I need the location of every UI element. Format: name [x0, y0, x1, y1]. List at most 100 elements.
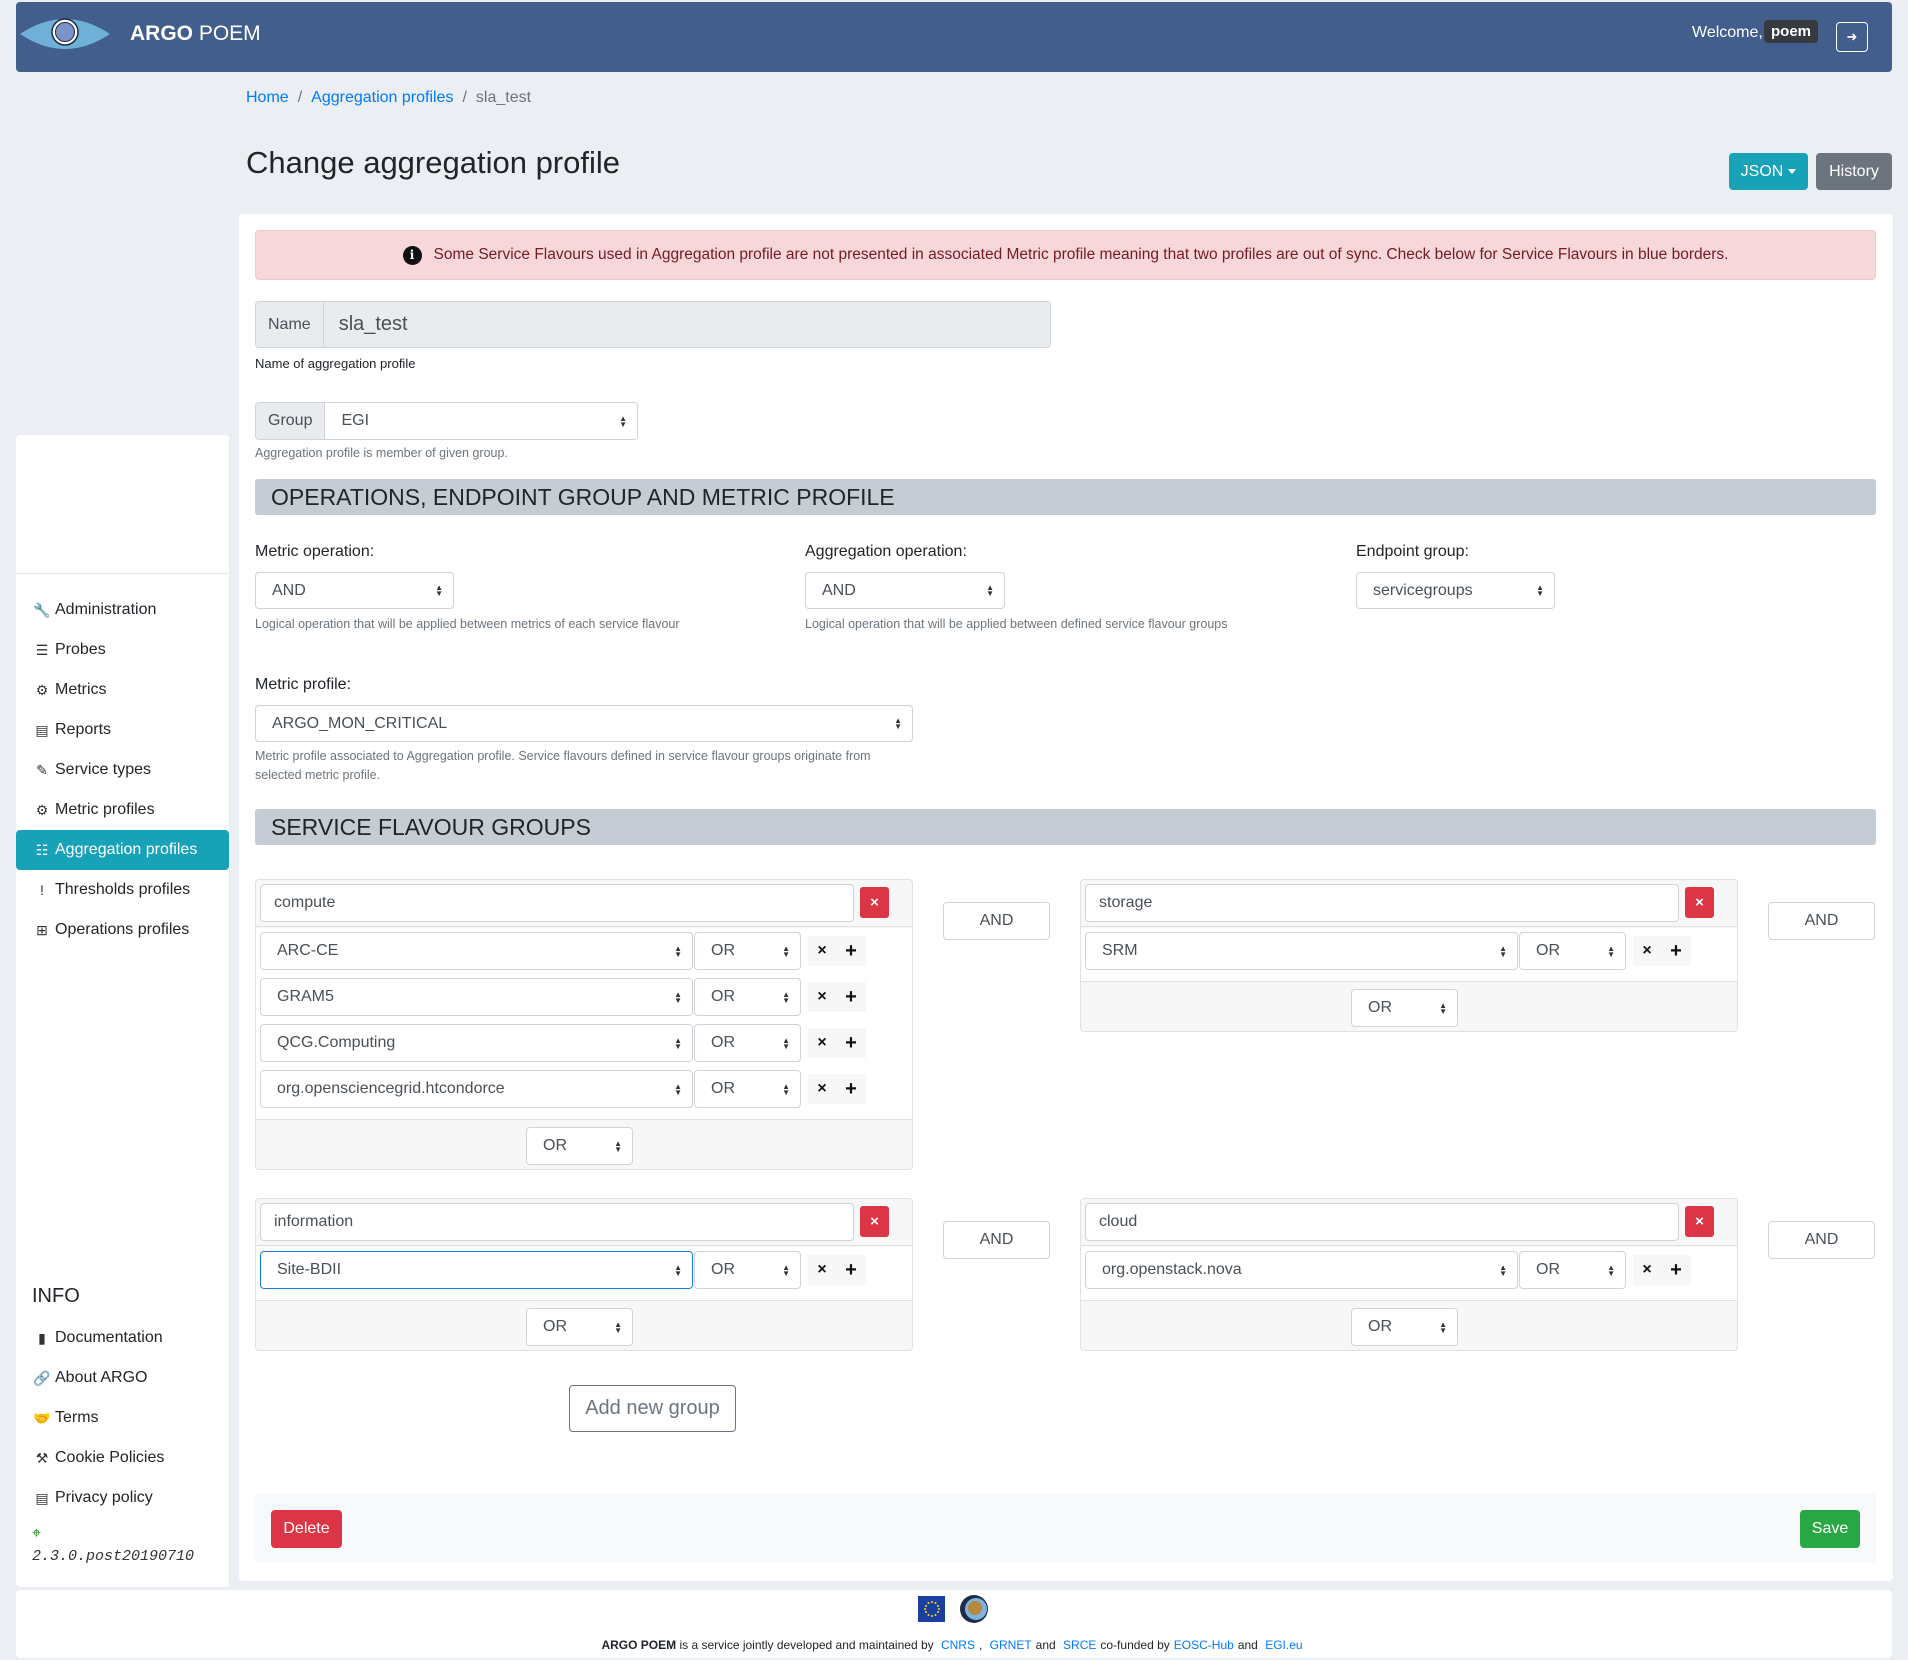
- remove-service-button[interactable]: ×: [808, 982, 836, 1012]
- group-operation-select[interactable]: OR ▲ ▼: [1351, 1308, 1458, 1346]
- remove-service-button[interactable]: ×: [808, 936, 836, 966]
- service-flavour-select[interactable]: SRM ▲ ▼: [1085, 932, 1518, 970]
- sidebar-item-metrics[interactable]: ⚙ Metrics: [16, 670, 229, 710]
- alert-text: Some Service Flavours used in Aggregatio…: [433, 246, 1729, 263]
- metric-profile-select[interactable]: ARGO_MON_CRITICAL ▲ ▼: [255, 705, 913, 742]
- logout-button[interactable]: ➜: [1836, 22, 1868, 52]
- service-operation-select[interactable]: OR ▲ ▼: [694, 1070, 801, 1108]
- group-join-operation[interactable]: AND: [1768, 902, 1875, 940]
- delete-group-button[interactable]: ×: [860, 1206, 889, 1237]
- add-service-button[interactable]: +: [836, 936, 866, 966]
- aggregation-operation-label: Aggregation operation:: [805, 543, 967, 560]
- service-operation-select[interactable]: OR ▲ ▼: [1519, 1251, 1626, 1289]
- add-service-button[interactable]: +: [1661, 1255, 1691, 1285]
- sort-arrows-icon: ▲ ▼: [1607, 1262, 1615, 1278]
- group-name-input[interactable]: cloud: [1085, 1203, 1679, 1241]
- service-operation-select[interactable]: OR ▲ ▼: [694, 1024, 801, 1062]
- save-button[interactable]: Save: [1800, 1510, 1860, 1548]
- sidebar-item-administration[interactable]: 🔧 Administration: [16, 590, 229, 630]
- sidebar-item-aggregation-profiles[interactable]: ☷ Aggregation profiles: [16, 830, 229, 870]
- book-icon: ▮: [38, 1329, 46, 1346]
- footer-text: is a service jointly developed and maint…: [679, 1638, 934, 1652]
- service-flavour-value: SRM: [1102, 942, 1138, 959]
- cnrs-link[interactable]: CNRS: [941, 1638, 975, 1652]
- srce-link[interactable]: SRCE: [1063, 1638, 1096, 1652]
- eosc-hub-link[interactable]: EOSC-Hub: [1174, 1638, 1234, 1652]
- metric-profile-help-cont: selected metric profile.: [255, 768, 381, 782]
- service-flavour-select[interactable]: QCG.Computing ▲ ▼: [260, 1024, 693, 1062]
- add-service-button[interactable]: +: [836, 1028, 866, 1058]
- info-item-documentation[interactable]: ▮ Documentation: [16, 1318, 229, 1358]
- info-item-about-argo[interactable]: 🔗 About ARGO: [16, 1358, 229, 1398]
- delete-group-button[interactable]: ×: [1685, 887, 1714, 918]
- metric-operation-select[interactable]: AND ▲ ▼: [255, 572, 454, 609]
- endpoint-group-select[interactable]: servicegroups ▲ ▼: [1356, 572, 1555, 609]
- info-item-cookie-policies[interactable]: ⚒ Cookie Policies: [16, 1438, 229, 1478]
- form-actions-bar: [255, 1493, 1876, 1563]
- sidebar-item-operations-profiles[interactable]: ⊞ Operations profiles: [16, 910, 229, 950]
- history-button[interactable]: History: [1816, 153, 1892, 190]
- group-operation-select[interactable]: OR ▲ ▼: [526, 1308, 633, 1346]
- breadcrumb-home[interactable]: Home: [246, 89, 289, 106]
- delete-button[interactable]: Delete: [271, 1510, 342, 1548]
- service-flavour-select[interactable]: ARC-CE ▲ ▼: [260, 932, 693, 970]
- metric-profile-value: ARGO_MON_CRITICAL: [272, 714, 448, 732]
- info-item-privacy-policy[interactable]: ▤ Privacy policy: [16, 1478, 229, 1518]
- group-name-input[interactable]: information: [260, 1203, 854, 1241]
- plus-icon: +: [845, 1258, 857, 1281]
- endpoint-group-value: servicegroups: [1373, 581, 1473, 599]
- group-help-text: Aggregation profile is member of given g…: [255, 446, 508, 460]
- name-input[interactable]: sla_test: [323, 302, 1050, 347]
- delete-group-button[interactable]: ×: [1685, 1206, 1714, 1237]
- add-service-button[interactable]: +: [1661, 936, 1691, 966]
- service-flavour-select[interactable]: org.opensciencegrid.htcondorce ▲ ▼: [260, 1070, 693, 1108]
- add-service-button[interactable]: +: [836, 1074, 866, 1104]
- group-name-input[interactable]: storage: [1085, 884, 1679, 922]
- add-service-button[interactable]: +: [836, 982, 866, 1012]
- remove-service-button[interactable]: ×: [1633, 936, 1661, 966]
- add-new-group-button[interactable]: Add new group: [569, 1385, 736, 1432]
- group-join-operation[interactable]: AND: [943, 1221, 1050, 1259]
- info-item-terms[interactable]: 🤝 Terms: [16, 1398, 229, 1438]
- aggregation-operation-select[interactable]: AND ▲ ▼: [805, 572, 1005, 609]
- service-flavour-select[interactable]: org.openstack.nova ▲ ▼: [1085, 1251, 1518, 1289]
- service-operation-select[interactable]: OR ▲ ▼: [694, 932, 801, 970]
- remove-service-button[interactable]: ×: [808, 1255, 836, 1285]
- service-flavour-select[interactable]: GRAM5 ▲ ▼: [260, 978, 693, 1016]
- service-operation-select[interactable]: OR ▲ ▼: [1519, 932, 1626, 970]
- service-operation-value: OR: [711, 1080, 735, 1097]
- group-join-operation[interactable]: AND: [1768, 1221, 1875, 1259]
- service-operation-value: OR: [711, 942, 735, 959]
- service-operation-select[interactable]: OR ▲ ▼: [694, 1251, 801, 1289]
- group-name-input[interactable]: compute: [260, 884, 854, 922]
- sidebar-item-reports[interactable]: ▤ Reports: [16, 710, 229, 750]
- sidebar-item-service-types[interactable]: ✎ Service types: [16, 750, 229, 790]
- service-flavour-row: org.opensciencegrid.htcondorce ▲ ▼ OR ▲ ▼ × +: [260, 1070, 910, 1108]
- remove-service-button[interactable]: ×: [808, 1028, 836, 1058]
- json-dropdown-button[interactable]: JSON: [1729, 153, 1808, 190]
- group-select[interactable]: EGI ▲ ▼: [325, 403, 637, 439]
- breadcrumb-aggregation-profiles[interactable]: Aggregation profiles: [311, 89, 453, 106]
- group-operation-select[interactable]: OR ▲ ▼: [1351, 989, 1458, 1027]
- sidebar-item-label: Administration: [55, 601, 157, 618]
- remove-service-button[interactable]: ×: [1633, 1255, 1661, 1285]
- group-operation-value: OR: [543, 1318, 567, 1335]
- brand-name[interactable]: ARGO POEM: [130, 22, 261, 46]
- sidebar-item-probes[interactable]: ☰ Probes: [16, 630, 229, 670]
- egi-link[interactable]: EGI.eu: [1265, 1638, 1302, 1652]
- delete-group-button[interactable]: ×: [860, 887, 889, 918]
- newspaper-icon: ▤: [35, 1489, 49, 1506]
- service-flavour-select[interactable]: Site-BDII ▲ ▼: [260, 1251, 693, 1289]
- sidebar-item-metric-profiles[interactable]: ⚙ Metric profiles: [16, 790, 229, 830]
- tasks-icon: ☷: [35, 841, 49, 858]
- remove-service-button[interactable]: ×: [808, 1074, 836, 1104]
- group-operation-select[interactable]: OR ▲ ▼: [526, 1127, 633, 1165]
- service-operation-select[interactable]: OR ▲ ▼: [694, 978, 801, 1016]
- grnet-link[interactable]: GRNET: [990, 1638, 1032, 1652]
- sort-arrows-icon: ▲ ▼: [614, 1138, 622, 1154]
- info-heading: INFO: [32, 1285, 80, 1307]
- sidebar-item-thresholds-profiles[interactable]: ! Thresholds profiles: [16, 870, 229, 910]
- group-header: compute ×: [256, 880, 912, 927]
- group-join-operation[interactable]: AND: [943, 902, 1050, 940]
- add-service-button[interactable]: +: [836, 1255, 866, 1285]
